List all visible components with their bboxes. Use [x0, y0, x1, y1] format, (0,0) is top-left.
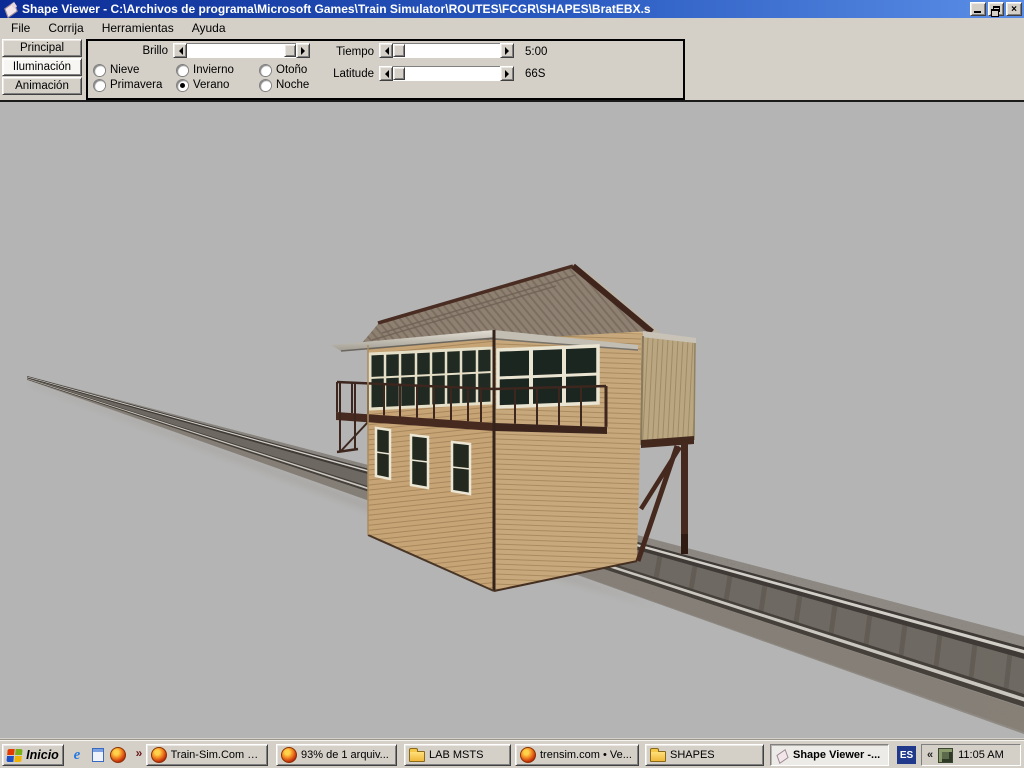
quicklaunch-firefox-icon[interactable] [109, 746, 127, 764]
brillo-left-arrow[interactable] [173, 43, 187, 58]
tab-animacion[interactable]: Animación [2, 77, 82, 95]
restore-button[interactable] [988, 2, 1004, 16]
radio-nieve[interactable]: Nieve [94, 64, 139, 76]
tiempo-slider[interactable] [379, 43, 514, 58]
tiempo-left-arrow[interactable] [379, 43, 393, 58]
latitude-right-arrow[interactable] [500, 66, 514, 81]
tiempo-thumb[interactable] [393, 44, 405, 57]
firefox-icon [520, 747, 536, 763]
minimize-button[interactable] [970, 2, 986, 16]
radio-verano[interactable]: Verano [177, 79, 229, 91]
latitude-value: 66S [525, 68, 545, 80]
start-button[interactable]: Inicio [2, 744, 64, 766]
viewport-3d-scene[interactable] [0, 102, 1024, 738]
firefox-icon [151, 747, 167, 763]
tiempo-label: Tiempo [288, 46, 374, 58]
task-download[interactable]: 93% de 1 arquiv... [276, 744, 397, 766]
upper-windows-left [370, 348, 492, 409]
tiempo-right-arrow[interactable] [500, 43, 514, 58]
firefox-icon [281, 747, 297, 763]
radio-primavera[interactable]: Primavera [94, 79, 162, 91]
lighting-groupbox: Brillo Nieve Invierno Otoño Primavera Ve… [86, 39, 685, 100]
folder-icon [409, 751, 425, 762]
folder-icon [650, 751, 666, 762]
annex [638, 331, 696, 561]
quicklaunch-ie-icon[interactable]: e [68, 746, 86, 764]
menu-herramientas[interactable]: Herramientas [93, 19, 183, 37]
taskbar: Inicio e » Train-Sim.Com Fi... 93% de 1 … [0, 740, 1024, 768]
brillo-track[interactable] [187, 43, 296, 58]
viewport-3d[interactable] [0, 102, 1024, 738]
title-bar[interactable]: Shape Viewer - C:\Archivos de programa\M… [0, 0, 1024, 18]
menu-ayuda[interactable]: Ayuda [183, 19, 235, 37]
windows-logo-icon [6, 749, 22, 762]
window-title: Shape Viewer - C:\Archivos de programa\M… [22, 2, 966, 16]
upper-windows-right [498, 346, 598, 407]
task-trensim[interactable]: trensim.com • Ve... [515, 744, 639, 766]
radio-noche[interactable]: Noche [260, 79, 309, 91]
menu-corrija[interactable]: Corrija [39, 19, 92, 37]
latitude-thumb[interactable] [393, 67, 405, 80]
latitude-label: Latitude [288, 68, 374, 80]
toolbar: Principal Iluminación Animación Brillo N… [0, 37, 1024, 102]
task-shape-viewer[interactable]: Shape Viewer -... [770, 744, 889, 766]
tab-principal[interactable]: Principal [2, 39, 82, 57]
menu-file[interactable]: File [2, 19, 39, 37]
app-icon [4, 3, 18, 16]
tab-iluminacion[interactable]: Iluminación [2, 58, 82, 76]
radio-invierno[interactable]: Invierno [177, 64, 234, 76]
shape-viewer-icon [775, 748, 789, 762]
shape-viewer-window: Shape Viewer - C:\Archivos de programa\M… [0, 0, 1024, 768]
tiempo-track[interactable] [393, 43, 500, 58]
close-button[interactable]: × [1006, 2, 1022, 16]
task-lab-msts[interactable]: LAB MSTS [404, 744, 511, 766]
latitude-track[interactable] [393, 66, 500, 81]
latitude-left-arrow[interactable] [379, 66, 393, 81]
tray-app-icon[interactable] [938, 748, 953, 763]
brillo-label: Brillo [88, 45, 168, 57]
language-indicator[interactable]: ES [897, 746, 916, 764]
system-tray: « 11:05 AM [921, 744, 1021, 766]
quicklaunch-document-icon[interactable] [89, 746, 107, 764]
clock: 11:05 AM [958, 749, 1004, 761]
latitude-slider[interactable] [379, 66, 514, 81]
tiempo-value: 5:00 [525, 46, 547, 58]
menu-bar: File Corrija Herramientas Ayuda [0, 18, 1024, 37]
task-shapes-folder[interactable]: SHAPES [645, 744, 764, 766]
tray-chevron[interactable]: « [927, 749, 933, 761]
task-train-sim[interactable]: Train-Sim.Com Fi... [146, 744, 268, 766]
